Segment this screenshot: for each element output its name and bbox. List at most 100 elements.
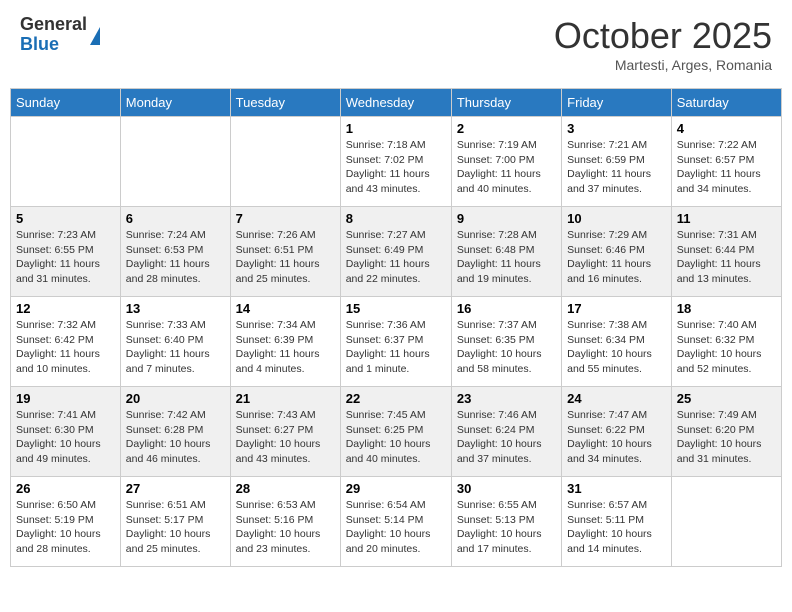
day-number: 19: [16, 391, 115, 406]
calendar-cell: 28Sunrise: 6:53 AMSunset: 5:16 PMDayligh…: [230, 477, 340, 567]
day-info: Sunrise: 7:32 AMSunset: 6:42 PMDaylight:…: [16, 318, 115, 377]
weekday-header-row: SundayMondayTuesdayWednesdayThursdayFrid…: [11, 89, 782, 117]
day-number: 13: [126, 301, 225, 316]
weekday-header-sunday: Sunday: [11, 89, 121, 117]
calendar-cell: 13 Sunrise: 7:33 AMSunset: 6:40 PMDayligh…: [120, 297, 230, 387]
calendar-cell: 1Sunrise: 7:18 AMSunset: 7:02 PMDaylight…: [340, 117, 451, 207]
calendar-week-row: 12 Sunrise: 7:32 AMSunset: 6:42 PMDayligh…: [11, 297, 782, 387]
calendar-cell: 22 Sunrise: 7:45 AMSunset: 6:25 PMDayligh…: [340, 387, 451, 477]
day-number: 31: [567, 481, 666, 496]
calendar-cell: 21 Sunrise: 7:43 AMSunset: 6:27 PMDayligh…: [230, 387, 340, 477]
day-info: Sunrise: 7:42 AMSunset: 6:28 PMDaylight:…: [126, 408, 225, 467]
day-info: Sunrise: 6:54 AMSunset: 5:14 PMDaylight:…: [346, 498, 446, 557]
calendar-cell: 18 Sunrise: 7:40 AMSunset: 6:32 PMDayligh…: [671, 297, 781, 387]
day-number: 25: [677, 391, 776, 406]
calendar-cell: 12 Sunrise: 7:32 AMSunset: 6:42 PMDayligh…: [11, 297, 121, 387]
weekday-header-friday: Friday: [562, 89, 672, 117]
day-info: Sunrise: 7:24 AMSunset: 6:53 PMDaylight:…: [126, 228, 225, 287]
calendar-cell: 16 Sunrise: 7:37 AMSunset: 6:35 PMDayligh…: [451, 297, 561, 387]
day-number: 6: [126, 211, 225, 226]
title-block: October 2025 Martesti, Arges, Romania: [554, 15, 772, 73]
day-number: 27: [126, 481, 225, 496]
day-number: 14: [236, 301, 335, 316]
calendar-cell: 17Sunrise: 7:38 AMSunset: 6:34 PMDayligh…: [562, 297, 672, 387]
day-number: 21: [236, 391, 335, 406]
day-number: 22: [346, 391, 446, 406]
calendar-week-row: 26Sunrise: 6:50 AMSunset: 5:19 PMDayligh…: [11, 477, 782, 567]
day-info: Sunrise: 7:43 AMSunset: 6:27 PMDaylight:…: [236, 408, 335, 467]
calendar-cell: 14 Sunrise: 7:34 AMSunset: 6:39 PMDayligh…: [230, 297, 340, 387]
day-info: Sunrise: 7:19 AMSunset: 7:00 PMDaylight:…: [457, 138, 556, 197]
day-number: 12: [16, 301, 115, 316]
calendar-cell: 11 Sunrise: 7:31 AMSunset: 6:44 PMDayligh…: [671, 207, 781, 297]
calendar-cell: 26Sunrise: 6:50 AMSunset: 5:19 PMDayligh…: [11, 477, 121, 567]
day-number: 18: [677, 301, 776, 316]
calendar-table: SundayMondayTuesdayWednesdayThursdayFrid…: [10, 88, 782, 567]
day-number: 10: [567, 211, 666, 226]
calendar-cell: 8Sunrise: 7:27 AMSunset: 6:49 PMDaylight…: [340, 207, 451, 297]
day-info: Sunrise: 7:33 AMSunset: 6:40 PMDaylight:…: [126, 318, 225, 377]
calendar-cell: [120, 117, 230, 207]
day-number: 17: [567, 301, 666, 316]
day-number: 3: [567, 121, 666, 136]
calendar-week-row: 5 Sunrise: 7:23 AMSunset: 6:55 PMDaylight…: [11, 207, 782, 297]
day-number: 7: [236, 211, 335, 226]
calendar-week-row: 19 Sunrise: 7:41 AMSunset: 6:30 PMDayligh…: [11, 387, 782, 477]
day-info: Sunrise: 6:51 AMSunset: 5:17 PMDaylight:…: [126, 498, 225, 557]
day-info: Sunrise: 7:45 AMSunset: 6:25 PMDaylight:…: [346, 408, 446, 467]
day-info: Sunrise: 7:36 AMSunset: 6:37 PMDaylight:…: [346, 318, 446, 377]
calendar-cell: 27 Sunrise: 6:51 AMSunset: 5:17 PMDayligh…: [120, 477, 230, 567]
calendar-cell: [671, 477, 781, 567]
calendar-cell: 9 Sunrise: 7:28 AMSunset: 6:48 PMDaylight…: [451, 207, 561, 297]
day-number: 2: [457, 121, 556, 136]
calendar-cell: [11, 117, 121, 207]
day-info: Sunrise: 6:55 AMSunset: 5:13 PMDaylight:…: [457, 498, 556, 557]
calendar-cell: 7Sunrise: 7:26 AMSunset: 6:51 PMDaylight…: [230, 207, 340, 297]
calendar-cell: 24 Sunrise: 7:47 AMSunset: 6:22 PMDayligh…: [562, 387, 672, 477]
weekday-header-saturday: Saturday: [671, 89, 781, 117]
day-number: 29: [346, 481, 446, 496]
day-number: 16: [457, 301, 556, 316]
day-info: Sunrise: 7:29 AMSunset: 6:46 PMDaylight:…: [567, 228, 666, 287]
day-number: 11: [677, 211, 776, 226]
page-header: General Blue October 2025 Martesti, Arge…: [10, 10, 782, 78]
day-info: Sunrise: 7:28 AMSunset: 6:48 PMDaylight:…: [457, 228, 556, 287]
calendar-cell: 30 Sunrise: 6:55 AMSunset: 5:13 PMDayligh…: [451, 477, 561, 567]
day-info: Sunrise: 7:18 AMSunset: 7:02 PMDaylight:…: [346, 138, 446, 197]
day-info: Sunrise: 7:47 AMSunset: 6:22 PMDaylight:…: [567, 408, 666, 467]
day-info: Sunrise: 7:27 AMSunset: 6:49 PMDaylight:…: [346, 228, 446, 287]
day-number: 9: [457, 211, 556, 226]
calendar-cell: 5 Sunrise: 7:23 AMSunset: 6:55 PMDaylight…: [11, 207, 121, 297]
calendar-cell: 31Sunrise: 6:57 AMSunset: 5:11 PMDayligh…: [562, 477, 672, 567]
logo-blue: Blue: [20, 35, 87, 55]
logo-general: General: [20, 15, 87, 35]
calendar-cell: [230, 117, 340, 207]
calendar-cell: 25Sunrise: 7:49 AMSunset: 6:20 PMDayligh…: [671, 387, 781, 477]
calendar-cell: 29 Sunrise: 6:54 AMSunset: 5:14 PMDayligh…: [340, 477, 451, 567]
day-number: 28: [236, 481, 335, 496]
day-info: Sunrise: 7:34 AMSunset: 6:39 PMDaylight:…: [236, 318, 335, 377]
calendar-cell: 3Sunrise: 7:21 AMSunset: 6:59 PMDaylight…: [562, 117, 672, 207]
logo-text: General Blue: [20, 15, 87, 55]
day-info: Sunrise: 7:23 AMSunset: 6:55 PMDaylight:…: [16, 228, 115, 287]
calendar-cell: 10 Sunrise: 7:29 AMSunset: 6:46 PMDayligh…: [562, 207, 672, 297]
calendar-cell: 2 Sunrise: 7:19 AMSunset: 7:00 PMDaylight…: [451, 117, 561, 207]
day-info: Sunrise: 7:37 AMSunset: 6:35 PMDaylight:…: [457, 318, 556, 377]
weekday-header-wednesday: Wednesday: [340, 89, 451, 117]
day-number: 24: [567, 391, 666, 406]
day-info: Sunrise: 7:22 AMSunset: 6:57 PMDaylight:…: [677, 138, 776, 197]
calendar-cell: 6 Sunrise: 7:24 AMSunset: 6:53 PMDaylight…: [120, 207, 230, 297]
day-number: 4: [677, 121, 776, 136]
day-info: Sunrise: 7:31 AMSunset: 6:44 PMDaylight:…: [677, 228, 776, 287]
calendar-cell: 15 Sunrise: 7:36 AMSunset: 6:37 PMDayligh…: [340, 297, 451, 387]
logo-triangle-icon: [90, 27, 100, 45]
day-number: 5: [16, 211, 115, 226]
calendar-cell: 20Sunrise: 7:42 AMSunset: 6:28 PMDayligh…: [120, 387, 230, 477]
day-number: 23: [457, 391, 556, 406]
day-number: 15: [346, 301, 446, 316]
day-info: Sunrise: 7:40 AMSunset: 6:32 PMDaylight:…: [677, 318, 776, 377]
location-subtitle: Martesti, Arges, Romania: [554, 57, 772, 73]
day-number: 30: [457, 481, 556, 496]
weekday-header-monday: Monday: [120, 89, 230, 117]
day-info: Sunrise: 7:41 AMSunset: 6:30 PMDaylight:…: [16, 408, 115, 467]
